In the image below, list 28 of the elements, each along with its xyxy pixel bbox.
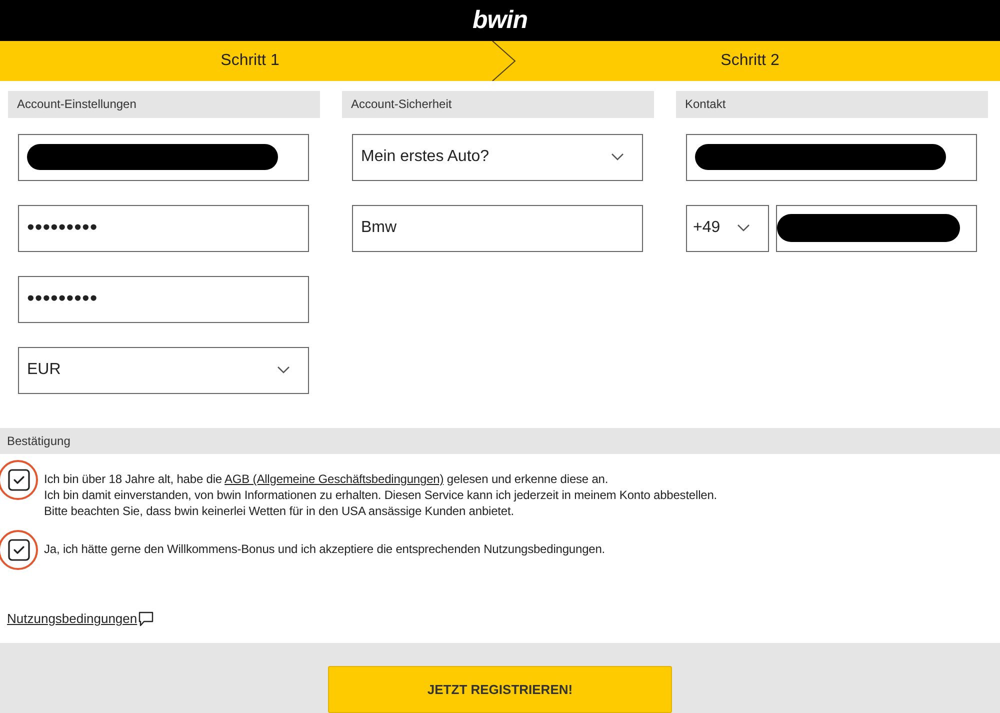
- register-button[interactable]: JETZT REGISTRIEREN!: [328, 666, 672, 713]
- phone-field[interactable]: [776, 204, 977, 252]
- logo: bwin: [472, 8, 528, 34]
- chevron-down-icon: [611, 153, 624, 161]
- terms-link[interactable]: AGB (Allgemeine Geschäftsbedingungen): [224, 472, 444, 486]
- consent-text: Ich bin über 18 Jahre alt, habe die AGB (Allgemeine Geschäftsbedingungen) gelesen und erkenne diese an. Ich bin damit einverstanden, von bwin Informationen zu erhalten. Diesen Service kann ich jederzeit in meinem Konto abbestellen. Bitte beachten Sie, dass bwin keinerlei Wetten für in den USA ansässige Kunden anbietet.: [44, 471, 718, 519]
- checkbox[interactable]: [8, 469, 30, 491]
- select-field[interactable]: EUR: [18, 346, 309, 394]
- terms-link[interactable]: Nutzungsbedingungen: [7, 611, 154, 627]
- input-field[interactable]: [18, 134, 309, 180]
- input-field[interactable]: Bmw: [352, 204, 643, 252]
- chevron-separator-icon: [492, 41, 516, 82]
- step-label: Schritt 1: [220, 50, 280, 71]
- password-field[interactable]: •••••••••: [18, 204, 309, 252]
- speech-bubble-icon: [138, 611, 154, 627]
- chevron-down-icon: [277, 366, 290, 374]
- consent-text: Ja, ich hätte gerne den Willkommens-Bonus und ich akzeptiere die entsprechenden Nutzungsbedingungen.: [44, 541, 606, 557]
- country-code-select[interactable]: +49: [686, 204, 769, 252]
- step-label: Schritt 2: [720, 50, 780, 71]
- input-field[interactable]: [686, 134, 977, 180]
- section-header: Bestätigung: [0, 428, 1000, 454]
- section-header: Kontakt: [676, 90, 988, 118]
- select-field[interactable]: Mein erstes Auto?: [352, 134, 643, 180]
- section-header: Account-Sicherheit: [342, 90, 654, 118]
- section-header: Account-Einstellungen: [8, 90, 320, 118]
- chevron-down-icon: [737, 224, 750, 232]
- password-field[interactable]: •••••••••: [18, 276, 309, 322]
- checkbox[interactable]: [8, 539, 30, 561]
